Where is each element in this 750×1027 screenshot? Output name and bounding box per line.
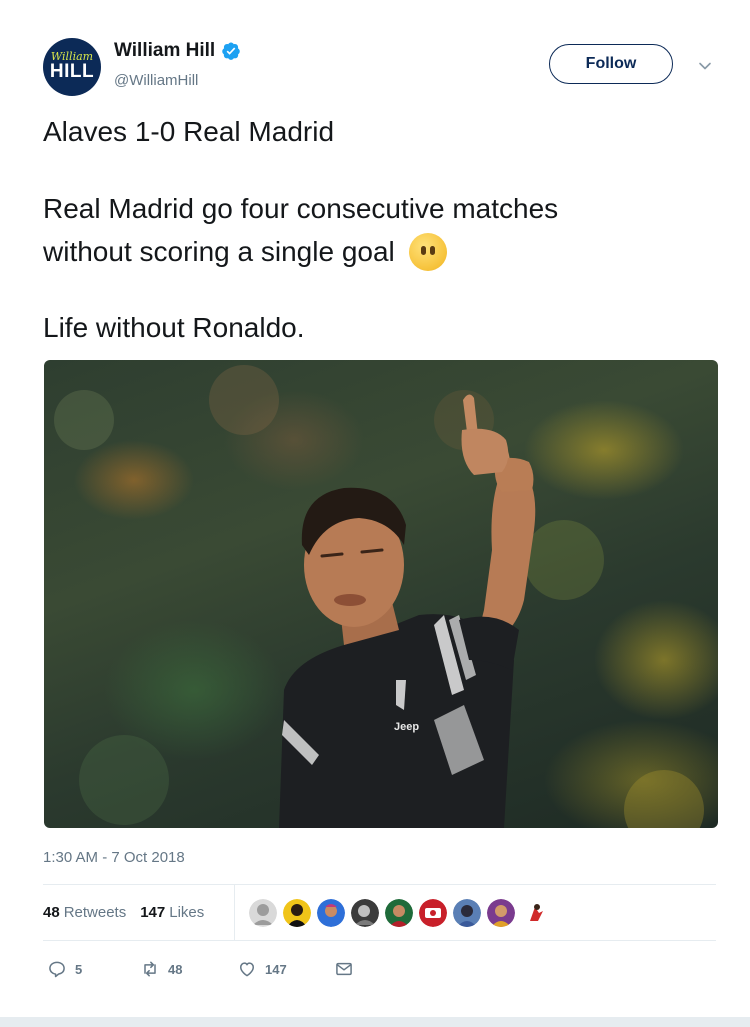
jersey-sponsor-text: Jeep <box>394 721 419 733</box>
envelope-icon <box>336 962 352 976</box>
retweet-icon <box>144 961 156 977</box>
account-name-row: William Hill <box>114 40 241 62</box>
avatar[interactable]: William HILL <box>43 38 101 96</box>
liker-avatars <box>249 899 549 927</box>
liker-avatar[interactable] <box>283 899 311 927</box>
reply-icon <box>49 961 65 978</box>
reply-count: 5 <box>75 961 83 977</box>
tweet-timestamp[interactable]: 1:30 AM - 7 Oct 2018 <box>43 849 185 866</box>
liker-avatar[interactable] <box>351 899 379 927</box>
tweet-text-line: Real Madrid go four consecutive matches <box>43 193 559 224</box>
tweet-card: William HILL William Hill @WilliamHill F… <box>0 0 750 1017</box>
tweet-text-line: without scoring a single goal <box>43 236 395 267</box>
direct-message-action[interactable] <box>334 958 354 980</box>
liker-avatar[interactable] <box>487 899 515 927</box>
liker-avatar[interactable] <box>385 899 413 927</box>
retweets-label: Retweets <box>63 904 127 921</box>
divider <box>43 884 716 885</box>
engagement-stats: 48 Retweets 147 Likes <box>43 904 204 921</box>
liker-avatar[interactable] <box>453 899 481 927</box>
chevron-down-icon[interactable] <box>697 58 713 74</box>
retweet-action[interactable]: 48 <box>140 958 182 980</box>
account-name[interactable]: William Hill <box>114 40 215 62</box>
face-without-mouth-emoji-icon <box>408 233 447 271</box>
follow-button[interactable]: Follow <box>549 44 673 84</box>
liker-avatar[interactable] <box>419 899 447 927</box>
like-action[interactable]: 147 <box>237 958 287 980</box>
likes-count: 147 <box>140 904 166 921</box>
retweet-count: 48 <box>168 961 183 977</box>
liker-avatar[interactable] <box>521 899 549 927</box>
tweet-text-line: Life without Ronaldo. <box>43 312 305 343</box>
divider <box>43 940 716 941</box>
tweet-text-line-with-emoji: without scoring a single goal <box>43 233 447 271</box>
heart-icon <box>240 962 254 977</box>
avatar-block-text: HILL <box>49 60 95 82</box>
verified-badge-icon <box>222 42 240 60</box>
retweets-stat[interactable]: 48 Retweets <box>43 904 126 921</box>
likes-stat[interactable]: 147 Likes <box>140 904 204 921</box>
avatar-script-text: William <box>50 49 94 63</box>
divider <box>234 885 235 940</box>
reply-action[interactable]: 5 <box>47 958 82 980</box>
liker-avatar[interactable] <box>249 899 277 927</box>
tweet-text-line: Alaves 1-0 Real Madrid <box>43 116 335 147</box>
liker-avatar[interactable] <box>317 899 345 927</box>
player-thumbs-up-illustration: Jeep <box>54 365 704 828</box>
page-bottom-strip <box>0 1017 750 1027</box>
retweets-count: 48 <box>43 904 60 921</box>
tweet-photo[interactable]: Jeep <box>44 360 718 828</box>
like-count: 147 <box>265 961 287 977</box>
account-handle[interactable]: @WilliamHill <box>114 72 198 89</box>
likes-label: Likes <box>169 904 205 921</box>
